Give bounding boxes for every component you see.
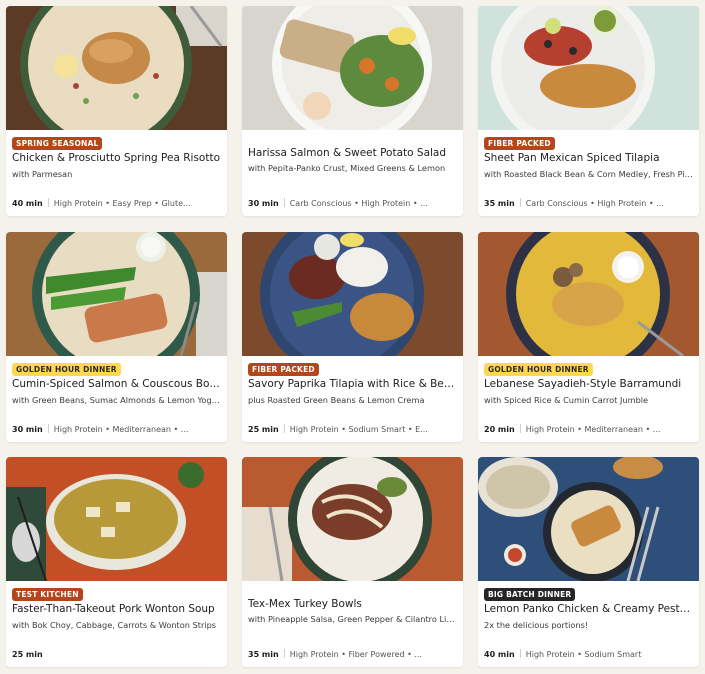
- recipe-time: 40 min: [484, 650, 515, 659]
- recipe-meta: 35 min Carb Conscious • High Protein • ..…: [484, 198, 696, 210]
- recipe-title[interactable]: Sheet Pan Mexican Spiced Tilapia: [484, 152, 694, 165]
- recipe-tags: Carb Conscious • High Protein • ...: [289, 199, 428, 208]
- recipe-meta: 30 min Carb Conscious • High Protein • ..…: [248, 198, 460, 210]
- recipe-subtitle: with Green Beans, Sumac Almonds & Lemon …: [12, 395, 222, 405]
- recipe-title[interactable]: Tex-Mex Turkey Bowls: [248, 598, 458, 611]
- recipe-subtitle: with Pineapple Salsa, Green Pepper & Cil…: [248, 614, 458, 624]
- recipe-time: 25 min: [248, 425, 279, 434]
- recipe-meta: 35 min High Protein • Fiber Powered • ...: [248, 649, 460, 661]
- recipe-time: 20 min: [484, 425, 515, 434]
- recipe-badge: Spring Seasonal: [12, 137, 103, 150]
- recipe-card[interactable]: Test Kitchen Faster-Than-Takeout Pork Wo…: [6, 457, 227, 667]
- recipe-tags: High Protein • Sodium Smart • E...: [289, 425, 428, 434]
- recipe-time: 35 min: [248, 650, 279, 659]
- recipe-grid: Spring Seasonal Chicken & Prosciutto Spr…: [0, 0, 705, 674]
- recipe-tags: Carb Conscious • High Protein • ...: [525, 199, 664, 208]
- recipe-photo[interactable]: [6, 457, 227, 581]
- meta-divider: [47, 424, 49, 433]
- recipe-photo[interactable]: [6, 6, 227, 130]
- recipe-title[interactable]: Savory Paprika Tilapia with Rice & Beans: [248, 378, 458, 391]
- recipe-title[interactable]: Chicken & Prosciutto Spring Pea Risotto: [12, 152, 222, 165]
- recipe-card[interactable]: Tex-Mex Turkey Bowls with Pineapple Sals…: [242, 457, 463, 667]
- recipe-title[interactable]: Lebanese Sayadieh-Style Barramundi: [484, 378, 694, 391]
- recipe-subtitle: with Parmesan: [12, 169, 73, 179]
- recipe-badge: Golden Hour Dinner: [12, 363, 121, 376]
- recipe-meta: 20 min High Protein • Mediterranean • ...: [484, 424, 696, 436]
- recipe-subtitle: with Spiced Rice & Cumin Carrot Jumble: [484, 395, 649, 405]
- meta-divider: [283, 649, 285, 658]
- recipe-subtitle: with Bok Choy, Cabbage, Carrots & Wonton…: [12, 620, 217, 630]
- meta-divider: [47, 198, 49, 207]
- recipe-card[interactable]: Harissa Salmon & Sweet Potato Salad with…: [242, 6, 463, 216]
- recipe-card[interactable]: Golden Hour Dinner Lebanese Sayadieh-Sty…: [478, 232, 699, 442]
- recipe-meta: 40 min High Protein • Sodium Smart: [484, 649, 696, 661]
- meta-divider: [519, 198, 521, 207]
- recipe-title[interactable]: Harissa Salmon & Sweet Potato Salad: [248, 147, 458, 160]
- recipe-badge: Golden Hour Dinner: [484, 363, 593, 376]
- recipe-time: 30 min: [12, 425, 43, 434]
- recipe-badge: Big Batch Dinner: [484, 588, 576, 601]
- recipe-photo[interactable]: [242, 6, 463, 130]
- recipe-badge: Fiber Packed: [484, 137, 555, 150]
- recipe-card[interactable]: Golden Hour Dinner Cumin-Spiced Salmon &…: [6, 232, 227, 442]
- recipe-subtitle: with Pepita-Panko Crust, Mixed Greens & …: [248, 163, 446, 173]
- meta-divider: [283, 424, 285, 433]
- recipe-tags: High Protein • Mediterranean • ...: [525, 425, 661, 434]
- recipe-meta: 25 min High Protein • Sodium Smart • E...: [248, 424, 460, 436]
- recipe-card[interactable]: Big Batch Dinner Lemon Panko Chicken & C…: [478, 457, 699, 667]
- recipe-tags: High Protein • Sodium Smart: [525, 650, 642, 659]
- recipe-tags: High Protein • Fiber Powered • ...: [289, 650, 422, 659]
- meta-divider: [519, 424, 521, 433]
- recipe-photo[interactable]: [478, 232, 699, 356]
- recipe-title[interactable]: Lemon Panko Chicken & Creamy Pesto ...: [484, 603, 694, 616]
- recipe-subtitle: with Roasted Black Bean & Corn Medley, F…: [484, 169, 694, 179]
- meta-divider: [519, 649, 521, 658]
- recipe-title[interactable]: Faster-Than-Takeout Pork Wonton Soup: [12, 603, 222, 616]
- recipe-card[interactable]: Fiber Packed Savory Paprika Tilapia with…: [242, 232, 463, 442]
- recipe-meta: 40 min High Protein • Easy Prep • Glute..…: [12, 198, 224, 210]
- recipe-time: 30 min: [248, 199, 279, 208]
- meta-divider: [283, 198, 285, 207]
- recipe-card[interactable]: Fiber Packed Sheet Pan Mexican Spiced Ti…: [478, 6, 699, 216]
- recipe-title[interactable]: Cumin-Spiced Salmon & Couscous Bowls: [12, 378, 222, 391]
- recipe-badge: Test Kitchen: [12, 588, 83, 601]
- recipe-time: 35 min: [484, 199, 515, 208]
- recipe-tags: High Protein • Mediterranean • ...: [53, 425, 189, 434]
- recipe-card[interactable]: Spring Seasonal Chicken & Prosciutto Spr…: [6, 6, 227, 216]
- recipe-badge: Fiber Packed: [248, 363, 319, 376]
- recipe-tags: High Protein • Easy Prep • Glute...: [53, 199, 191, 208]
- recipe-subtitle: plus Roasted Green Beans & Lemon Crema: [248, 395, 425, 405]
- recipe-photo[interactable]: [478, 457, 699, 581]
- recipe-time: 40 min: [12, 199, 43, 208]
- recipe-meta: 25 min: [12, 649, 224, 661]
- recipe-photo[interactable]: [242, 457, 463, 581]
- recipe-time: 25 min: [12, 650, 43, 659]
- recipe-photo[interactable]: [478, 6, 699, 130]
- recipe-subtitle: 2x the delicious portions!: [484, 620, 589, 630]
- recipe-photo[interactable]: [6, 232, 227, 356]
- recipe-meta: 30 min High Protein • Mediterranean • ...: [12, 424, 224, 436]
- recipe-photo[interactable]: [242, 232, 463, 356]
